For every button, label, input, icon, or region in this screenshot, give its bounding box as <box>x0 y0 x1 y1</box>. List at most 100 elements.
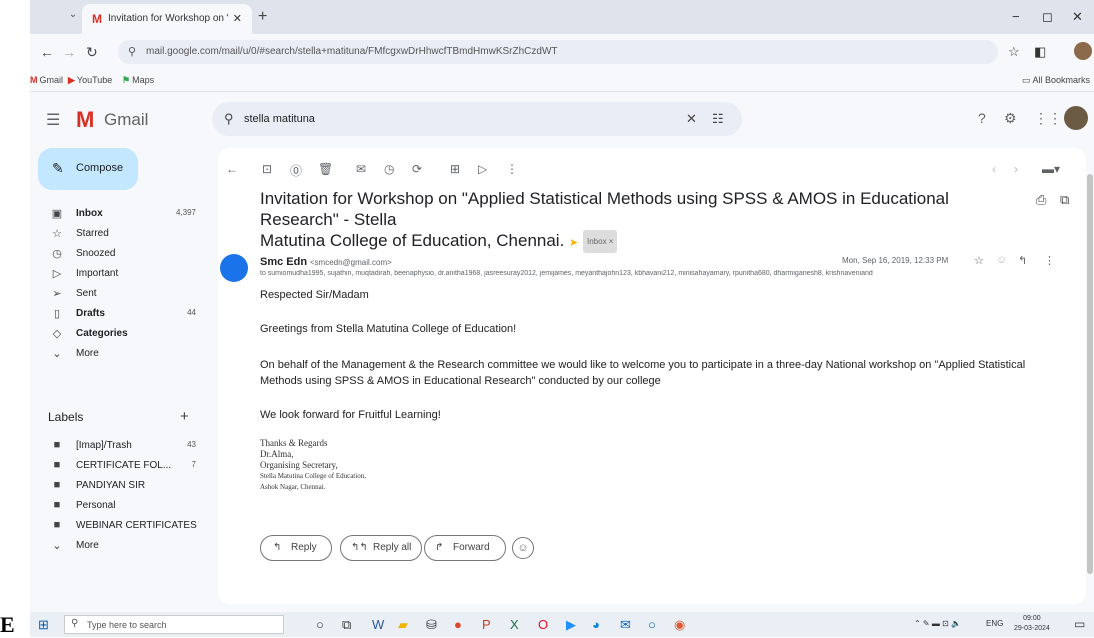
task-view-icon[interactable]: ⧉ <box>342 617 351 633</box>
forward-icon: ↱ <box>435 542 444 553</box>
snooze-icon[interactable]: ◷ <box>384 162 394 176</box>
url-text: mail.google.com/mail/u/0/#search/stella+… <box>146 46 558 57</box>
mark-unread-icon[interactable]: ✉ <box>356 162 366 176</box>
nav-categories[interactable]: ◇ Categories <box>30 324 210 344</box>
extensions-icon[interactable]: ◧ <box>1034 44 1046 60</box>
address-bar[interactable]: ⚲ mail.google.com/mail/u/0/#search/stell… <box>118 40 998 64</box>
help-icon[interactable]: ? <box>978 110 986 126</box>
star-message-icon[interactable]: ☆ <box>974 254 984 267</box>
windows-start-icon[interactable]: ⊞ <box>38 617 49 633</box>
taskbar-search[interactable]: ⚲ Type here to search <box>64 615 284 634</box>
profile-avatar[interactable] <box>1074 42 1092 60</box>
delete-icon[interactable]: 🗑 <box>318 162 333 176</box>
add-label-icon[interactable]: + <box>180 408 189 425</box>
nav-drafts[interactable]: ▯ Drafts 44 <box>30 304 210 324</box>
excel-icon[interactable]: X <box>510 617 519 632</box>
opera-icon[interactable]: O <box>538 617 548 632</box>
open-new-window-icon[interactable]: ⧉ <box>1060 192 1069 208</box>
chrome-icon[interactable]: ◉ <box>674 617 685 633</box>
tab-search-icon[interactable]: ⌄ <box>66 8 80 22</box>
labels-more[interactable]: ⌄ More <box>30 536 210 556</box>
reply-all-button[interactable]: ↰↰ Reply all <box>340 535 422 561</box>
label-as-icon[interactable]: ▷ <box>478 162 487 176</box>
account-avatar[interactable] <box>1064 106 1088 130</box>
nav-snoozed[interactable]: ◷ Snoozed <box>30 244 210 264</box>
search-icon[interactable]: ⚲ <box>224 111 234 127</box>
new-tab-icon[interactable]: + <box>258 8 267 26</box>
reply-icon: ↰ <box>273 542 282 553</box>
site-info-icon[interactable]: ⚲ <box>128 45 136 58</box>
edge-icon[interactable]: ◕ <box>592 617 600 632</box>
move-to-icon[interactable]: ⊞ <box>450 162 460 176</box>
nav-sent[interactable]: ➢ Sent <box>30 284 210 304</box>
newer-icon[interactable]: ‹ <box>992 162 996 176</box>
close-window-icon[interactable]: ✕ <box>1072 9 1083 25</box>
bookmark-gmail[interactable]: M Gmail <box>30 75 63 85</box>
maximize-icon[interactable]: ◻ <box>1042 9 1053 25</box>
nav-starred[interactable]: ☆ Starred <box>30 224 210 244</box>
clear-search-icon[interactable]: ✕ <box>686 111 697 127</box>
forward-button[interactable]: ↱ Forward <box>424 535 506 561</box>
print-icon[interactable]: ⎙ <box>1036 192 1046 208</box>
recipients-line[interactable]: to sumiomudha1995, sujathin, muqtadirah,… <box>260 270 1020 277</box>
emoji-reaction-icon[interactable]: ☺ <box>996 254 1007 266</box>
label-item[interactable]: ■ WEBINAR CERTIFICATES <box>30 516 210 536</box>
settings-gear-icon[interactable]: ⚙ <box>1004 110 1017 127</box>
report-spam-icon[interactable]: ⓪ <box>290 162 302 179</box>
gmail-icon: M <box>30 75 38 85</box>
gmail-wordmark[interactable]: Gmail <box>104 110 148 130</box>
label-item[interactable]: ■ Personal <box>30 496 210 516</box>
add-reaction-icon[interactable]: ☺ <box>512 537 534 559</box>
mail-icon[interactable]: ✉ <box>620 617 631 633</box>
search-input[interactable]: stella matituna <box>244 113 315 125</box>
page-scrollbar[interactable] <box>1087 174 1093 574</box>
reply-arrow-icon[interactable]: ↰ <box>1018 254 1027 267</box>
important-marker-icon[interactable]: ➤ <box>569 237 578 249</box>
apps-grid-icon[interactable]: ⋮⋮ <box>1034 110 1062 127</box>
app-icon[interactable]: ● <box>454 617 462 632</box>
powerpoint-icon[interactable]: P <box>482 617 491 632</box>
circle-app-icon[interactable]: ○ <box>648 617 656 632</box>
main-menu-icon[interactable]: ☰ <box>46 110 60 130</box>
label-item[interactable]: ■ CERTIFICATE FOL... 7 <box>30 456 210 476</box>
file-explorer-icon[interactable]: ▰ <box>398 617 408 633</box>
back-to-search-icon[interactable]: ← <box>226 162 238 176</box>
media-icon[interactable]: ▶ <box>566 617 576 633</box>
all-bookmarks[interactable]: ▭ All Bookmarks <box>1022 75 1090 86</box>
compose-button[interactable]: ✎ Compose <box>38 148 138 190</box>
language-indicator[interactable]: ENG <box>986 619 1003 628</box>
nav-inbox[interactable]: ▣ Inbox 4,397 <box>30 204 210 224</box>
body-para-2-line1: On behalf of the Management & the Resear… <box>260 359 1026 371</box>
bookmark-maps[interactable]: ⚑ Maps <box>122 75 154 86</box>
folder-icon: ▭ <box>1022 75 1033 85</box>
older-icon[interactable]: › <box>1014 162 1018 176</box>
taskbar-clock[interactable]: 09:00 29-03-2024 <box>1014 614 1050 634</box>
bookmark-youtube[interactable]: ▶ YouTube <box>68 75 112 86</box>
message-more-icon[interactable]: ⋮ <box>1044 254 1055 267</box>
input-tools-icon[interactable]: ▬▾ <box>1042 162 1060 176</box>
more-options-icon[interactable]: ⋮ <box>506 162 518 176</box>
label-item[interactable]: ■ PANDIYAN SIR <box>30 476 210 496</box>
gmail-logo-icon[interactable]: M <box>76 107 94 133</box>
reply-button[interactable]: ↰ Reply <box>260 535 332 561</box>
back-icon[interactable]: ← <box>40 44 54 60</box>
store-icon[interactable]: ⛁ <box>426 617 437 633</box>
search-bar[interactable]: ⚲ stella matituna ✕ ☷ <box>212 102 742 136</box>
label-item[interactable]: ■ [Imap]/Trash 43 <box>30 436 210 456</box>
reload-icon[interactable]: ↻ <box>86 44 98 61</box>
system-tray-icons[interactable]: ⌃ ✎ ▬ ⊡ 🔈 <box>914 619 961 628</box>
word-icon[interactable]: W <box>372 617 384 632</box>
nav-important[interactable]: ▷ Important <box>30 264 210 284</box>
browser-tab[interactable]: M Invitation for Workshop on "Ap ✕ <box>82 4 252 34</box>
nav-more[interactable]: ⌄ More <box>30 344 210 364</box>
tab-close-icon[interactable]: ✕ <box>233 12 242 25</box>
notifications-icon[interactable]: ▭ <box>1074 617 1085 631</box>
archive-icon[interactable]: ⊡ <box>262 162 272 176</box>
bookmark-star-icon[interactable]: ☆ <box>1008 44 1020 60</box>
add-task-icon[interactable]: ⟳ <box>412 162 422 176</box>
forward-icon[interactable]: → <box>62 44 76 60</box>
inbox-label-chip[interactable]: Inbox × <box>583 230 618 254</box>
minimize-icon[interactable]: − <box>1012 9 1020 24</box>
search-options-icon[interactable]: ☷ <box>712 111 724 127</box>
cortana-icon[interactable]: ○ <box>316 617 324 632</box>
